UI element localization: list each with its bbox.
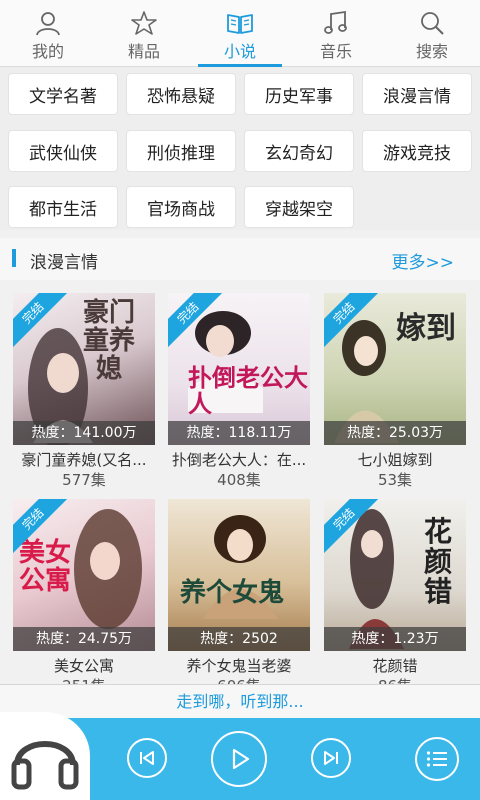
category-horror[interactable]: 恐怖悬疑 — [126, 73, 236, 115]
book-card[interactable]: 美女公寓 完结 热度：24.75万 美女公寓 251集 — [13, 499, 155, 695]
tab-label: 音乐 — [319, 42, 352, 61]
book-cover[interactable]: 豪门童养媳 完结 热度：141.00万 — [13, 293, 155, 445]
section-header: 浪漫言情 更多>> — [0, 238, 480, 280]
cover-title: 嫁到 — [396, 311, 456, 346]
cover-title: 扑倒老公大人 — [188, 363, 308, 418]
book-title: 扑倒老公大人：在... — [171, 451, 307, 469]
book-title: 豪门童养媳(又名... — [21, 451, 147, 469]
previous-button[interactable] — [127, 738, 167, 778]
search-icon — [421, 12, 444, 35]
book-title: 七小姐嫁到 — [357, 451, 433, 469]
play-icon — [232, 748, 250, 770]
book-heat: 热度：1.23万 — [324, 627, 466, 651]
cover-title: 花颜错 — [423, 515, 452, 608]
tab-label: 精品 — [127, 42, 160, 61]
user-icon — [36, 12, 60, 36]
playlist-icon — [426, 751, 447, 767]
book-heat: 热度：24.75万 — [13, 627, 155, 651]
music-icon — [324, 10, 347, 34]
tab-label: 搜索 — [415, 42, 448, 61]
cover-title: 养个女鬼 — [180, 578, 285, 608]
book-heat: 热度：118.11万 — [168, 421, 310, 445]
book-card[interactable]: 扑倒老公大人 完结 热度：118.11万 扑倒老公大人：在... 408集 — [168, 293, 310, 489]
book-title: 花颜错 — [372, 657, 418, 675]
book-card[interactable]: 豪门童养媳 完结 热度：141.00万 豪门童养媳(又名... 577集 — [13, 293, 155, 489]
headphones-button[interactable] — [0, 712, 90, 800]
category-grid: 文学名著 恐怖悬疑 历史军事 浪漫言情 武侠仙侠 刑侦推理 玄幻奇幻 游戏竞技 … — [0, 67, 480, 230]
category-romance[interactable]: 浪漫言情 — [362, 73, 472, 115]
play-button[interactable] — [211, 731, 267, 787]
section-title: 浪漫言情 — [30, 253, 98, 273]
book-card[interactable]: 养个女鬼 热度：2502 养个女鬼当老婆 606集 — [168, 499, 310, 695]
category-gaming[interactable]: 游戏竞技 — [362, 130, 472, 172]
book-card[interactable]: 花颜错 完结 热度：1.23万 花颜错 86集 — [324, 499, 466, 695]
tab-novels[interactable]: 小说 — [192, 0, 288, 67]
playlist-button[interactable] — [415, 737, 459, 781]
book-heat: 热度：25.03万 — [324, 421, 466, 445]
tab-label: 我的 — [31, 42, 64, 61]
headphones-icon — [11, 741, 79, 790]
star-icon — [131, 11, 157, 35]
book-card[interactable]: 嫁到 完结 热度：25.03万 七小姐嫁到 53集 — [324, 293, 466, 489]
tab-featured[interactable]: 精品 — [96, 0, 192, 66]
book-cover[interactable]: 嫁到 完结 热度：25.03万 — [324, 293, 466, 445]
book-cover[interactable]: 花颜错 完结 热度：1.23万 — [324, 499, 466, 651]
previous-icon — [140, 751, 154, 765]
category-wuxia[interactable]: 武侠仙侠 — [8, 130, 118, 172]
book-cover[interactable]: 扑倒老公大人 完结 热度：118.11万 — [168, 293, 310, 445]
cover-title: 豪门童养媳 — [82, 298, 135, 384]
book-episodes: 408集 — [217, 471, 261, 489]
top-navigation: 我的 精品 小说 音乐 搜索 — [0, 0, 480, 67]
book-icon — [227, 14, 253, 34]
book-heat: 热度：2502 — [168, 627, 310, 651]
tab-mine[interactable]: 我的 — [0, 0, 96, 66]
category-fantasy[interactable]: 玄幻奇幻 — [244, 130, 354, 172]
tab-search[interactable]: 搜索 — [384, 0, 480, 66]
next-icon — [324, 751, 338, 765]
book-title: 养个女鬼当老婆 — [186, 657, 292, 675]
category-urban[interactable]: 都市生活 — [8, 186, 118, 228]
now-playing-ticker[interactable]: 走到哪，听到那... — [0, 684, 480, 719]
cover-title: 美女公寓 — [19, 538, 72, 596]
book-heat: 热度：141.00万 — [13, 421, 155, 445]
category-history[interactable]: 历史军事 — [244, 73, 354, 115]
category-business[interactable]: 官场商战 — [126, 186, 236, 228]
book-cover[interactable]: 养个女鬼 热度：2502 — [168, 499, 310, 651]
tab-label: 小说 — [223, 42, 256, 61]
book-episodes: 577集 — [62, 471, 106, 489]
more-link[interactable]: 更多>> — [392, 248, 455, 273]
next-button[interactable] — [311, 738, 351, 778]
category-detective[interactable]: 刑侦推理 — [126, 130, 236, 172]
category-literature[interactable]: 文学名著 — [8, 73, 118, 115]
book-title: 美女公寓 — [53, 657, 114, 675]
tab-music[interactable]: 音乐 — [288, 0, 384, 66]
category-time-travel[interactable]: 穿越架空 — [244, 186, 354, 228]
book-cover[interactable]: 美女公寓 完结 热度：24.75万 — [13, 499, 155, 651]
section-accent-bar — [12, 249, 16, 267]
book-episodes: 53集 — [377, 471, 413, 489]
